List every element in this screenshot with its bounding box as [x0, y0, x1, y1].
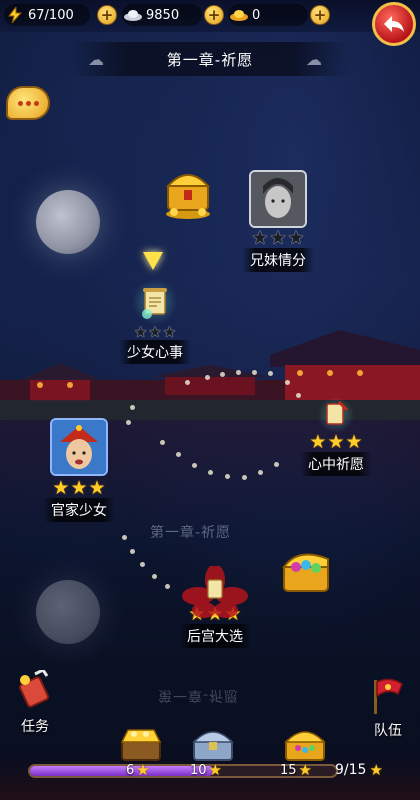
- milestone-value: 6: [126, 762, 135, 778]
- star-empty-icon: ★: [251, 227, 269, 249]
- reward-chest-gem-icon[interactable]: [282, 722, 328, 764]
- team-button[interactable]: 队伍: [360, 676, 416, 740]
- task-scroll-icon: [18, 668, 50, 708]
- star-empty-icon: ★: [269, 227, 287, 249]
- star-filled-icon: ★: [309, 431, 327, 453]
- back-arrow-icon: [384, 16, 404, 32]
- gold-counter: 0: [228, 4, 308, 26]
- chat-dot: [25, 100, 31, 106]
- energy-counter: 67/100: [4, 4, 90, 26]
- star-rating: ★ ★ ★: [32, 478, 126, 498]
- stage-label: 后宫大选: [179, 624, 251, 648]
- add-silver-button[interactable]: +: [204, 5, 224, 25]
- star-total: 9/15 ★: [335, 762, 383, 778]
- star-rating: ★ ★ ★: [236, 228, 320, 248]
- back-button[interactable]: [372, 2, 416, 46]
- star-filled-icon: ★: [88, 477, 106, 499]
- scroll-icon: [131, 280, 179, 324]
- reward-chest-gold-icon[interactable]: [118, 722, 164, 764]
- cloud-ornament-icon: ☁: [88, 50, 104, 69]
- silver-ingot-icon: [122, 4, 144, 26]
- character-portrait: [249, 170, 307, 228]
- task-label: 任务: [21, 719, 49, 735]
- cloud-ornament-icon: ☁: [306, 50, 322, 69]
- star-rating: ★ ★ ★: [290, 432, 382, 452]
- character-portrait: [50, 418, 108, 476]
- milestone-value: 10: [190, 762, 207, 778]
- moon-reflection: [36, 580, 100, 644]
- stage-node-heart-wish[interactable]: ★ ★ ★ 心中祈愿: [290, 398, 382, 476]
- moon: [36, 190, 100, 254]
- add-energy-button[interactable]: +: [97, 5, 117, 25]
- stage-label: 少女心事: [119, 340, 191, 364]
- red-flower-icon: [180, 564, 250, 622]
- current-stage-arrow-icon: [143, 252, 163, 270]
- star-filled-icon: ★: [208, 761, 222, 779]
- gold-ingot-icon: [228, 4, 250, 26]
- stage-label: 官家少女: [43, 498, 115, 522]
- energy-value: 67/100: [28, 7, 74, 23]
- gold-value: 0: [252, 7, 261, 23]
- stage-label: 兄妹情分: [242, 248, 314, 272]
- treasure-chest-icon[interactable]: [160, 162, 216, 224]
- faint-chapter-watermark: 第一章-祈愿: [150, 525, 232, 541]
- gem-chest-icon[interactable]: [278, 545, 334, 601]
- silver-counter: 9850: [122, 4, 202, 26]
- scroll-icon: [316, 398, 356, 432]
- add-gold-button[interactable]: +: [310, 5, 330, 25]
- star-rating: ★ ★ ★: [108, 324, 202, 340]
- stage-node-girl-thoughts[interactable]: ★ ★ ★ 少女心事: [108, 280, 202, 364]
- star-progress-fill: [30, 766, 214, 776]
- stage-node-official-girl[interactable]: ★ ★ ★ 官家少女: [32, 418, 126, 522]
- star-total-value: 9/15: [335, 762, 367, 778]
- chapter-title: 第一章-祈愿: [166, 50, 254, 69]
- milestone-10: 10 ★: [190, 762, 222, 778]
- star-filled-icon: ★: [369, 761, 383, 779]
- team-label: 队伍: [374, 723, 402, 739]
- star-filled-icon: ★: [327, 431, 345, 453]
- chat-button[interactable]: [6, 86, 50, 120]
- star-empty-icon: ★: [162, 323, 177, 341]
- stage-node-palace-selection[interactable]: ★ ★ ★ 后宫大选: [160, 564, 270, 648]
- star-filled-icon: ★: [70, 477, 88, 499]
- star-filled-icon: ★: [136, 761, 150, 779]
- faint-chapter-reflection: 第一章-祈愿: [158, 687, 240, 703]
- star-empty-icon: ★: [148, 323, 162, 341]
- silver-value: 9850: [146, 7, 180, 23]
- star-filled-icon: ★: [52, 477, 70, 499]
- chat-dot: [17, 100, 23, 106]
- milestone-15: 15 ★: [280, 762, 312, 778]
- task-button[interactable]: 任务: [8, 668, 62, 736]
- star-filled-icon: ★: [345, 431, 363, 453]
- energy-icon: [4, 4, 26, 26]
- chat-dot: [33, 100, 39, 106]
- milestone-value: 15: [280, 762, 297, 778]
- star-filled-icon: ★: [298, 761, 312, 779]
- stage-node-siblings[interactable]: ★ ★ ★ 兄妹情分: [236, 170, 320, 272]
- star-empty-icon: ★: [287, 227, 305, 249]
- team-flag-icon: [374, 678, 403, 714]
- milestone-6: 6 ★: [126, 762, 150, 778]
- star-empty-icon: ★: [133, 323, 148, 341]
- reward-chest-silver-icon[interactable]: [190, 722, 236, 764]
- stage-label: 心中祈愿: [300, 452, 372, 476]
